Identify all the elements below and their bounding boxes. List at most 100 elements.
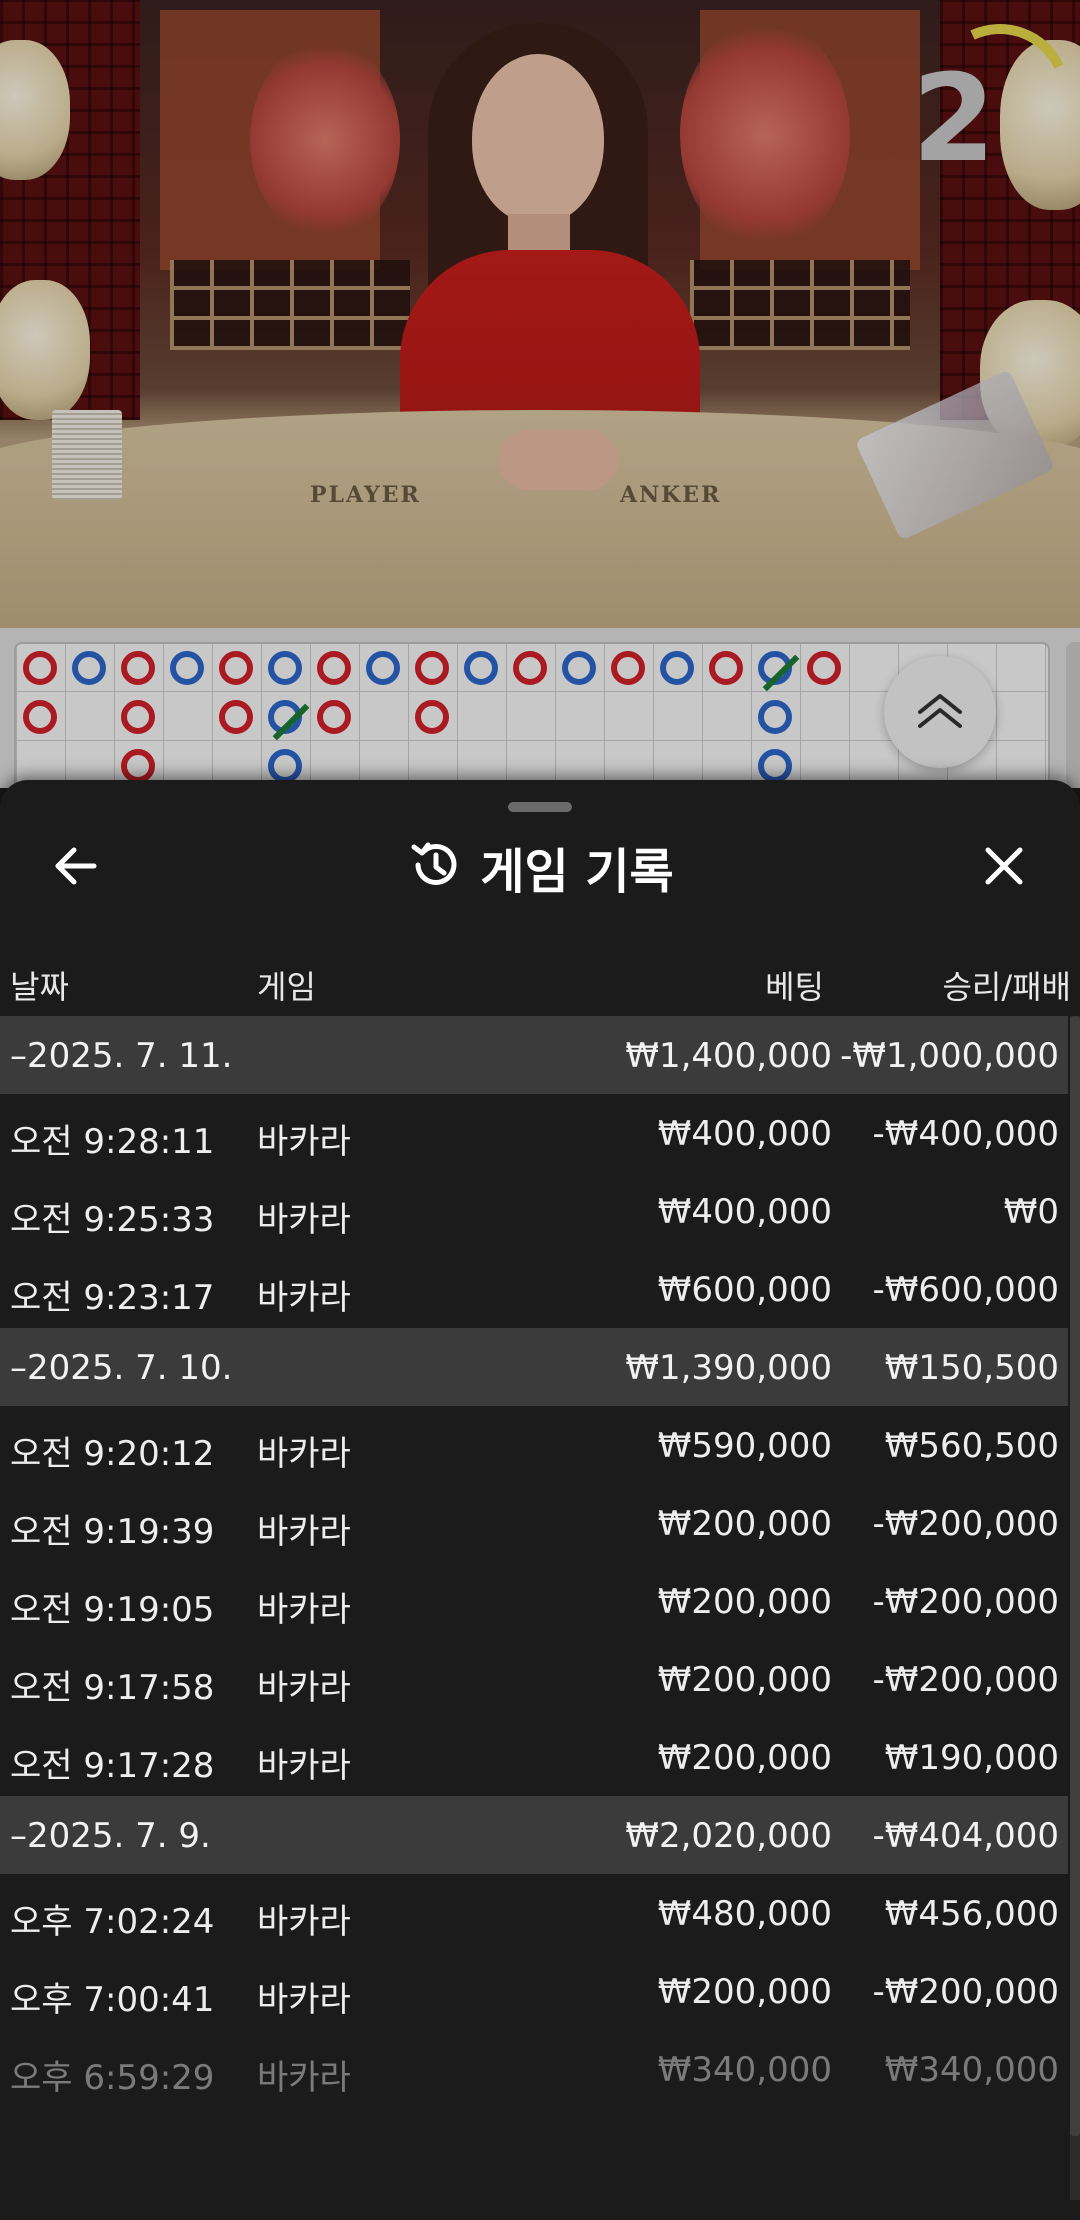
cell-date: 오전 9:23:17: [10, 1278, 215, 1318]
player-bead: [268, 749, 302, 783]
banker-bead: [317, 651, 351, 685]
history-row[interactable]: 오전 9:20:12 바카라 ₩590,000 ₩560,500: [0, 1406, 1068, 1484]
felt-banker-label: ANKER: [620, 482, 722, 508]
cell-game: 바카라: [257, 1200, 351, 1240]
cell-bet: ₩590,000: [657, 1426, 832, 1466]
cell-win-loss: -₩404,000: [872, 1816, 1060, 1856]
column-header-game: 게임: [257, 968, 316, 1006]
history-row[interactable]: 오전 9:19:39 바카라 ₩200,000 -₩200,000: [0, 1484, 1068, 1562]
player-bead-tie: [758, 651, 800, 692]
cell-win-loss: -₩1,000,000: [840, 1036, 1059, 1076]
cell-bet: ₩1,390,000: [625, 1348, 832, 1388]
cell-date: 오후 7:00:41: [10, 1980, 215, 2020]
sheet-header: 게임 기록: [0, 816, 1080, 916]
scrollbar[interactable]: [1070, 1016, 1080, 2200]
banker-bead: [23, 651, 57, 685]
cell-win-loss: -₩200,000: [872, 1582, 1060, 1622]
history-row[interactable]: 오전 9:17:58 바카라 ₩200,000 -₩200,000: [0, 1640, 1068, 1718]
card-deck: [52, 410, 122, 500]
date-group-row[interactable]: –2025. 7. 9. ₩2,020,000 -₩404,000: [0, 1796, 1068, 1874]
cell-bet: ₩480,000: [657, 1894, 832, 1934]
cell-win-loss: ₩340,000: [884, 2050, 1059, 2090]
cell-game: 바카라: [257, 1590, 351, 1630]
cell-win-loss: ₩190,000: [884, 1738, 1059, 1778]
column-header-bet: 베팅: [765, 968, 824, 1006]
history-row[interactable]: 오전 9:25:33 바카라 ₩400,000 ₩0: [0, 1172, 1068, 1250]
column-header-date: 날짜: [10, 968, 69, 1006]
cell-date: –2025. 7. 10.: [10, 1348, 233, 1388]
cell-date: 오전 9:19:39: [10, 1512, 215, 1552]
expand-roadmap-button[interactable]: [884, 656, 996, 768]
dealer-face: [472, 54, 604, 224]
dealer-hands: [498, 430, 618, 490]
cell-bet: ₩400,000: [657, 1192, 832, 1232]
cell-win-loss: -₩200,000: [872, 1504, 1060, 1544]
cell-win-loss: ₩0: [1003, 1192, 1059, 1232]
table-header: 날짜 게임 베팅 승리/패배: [0, 944, 1080, 1016]
cell-date: 오전 9:17:58: [10, 1668, 215, 1708]
cell-win-loss: -₩200,000: [872, 1972, 1060, 2012]
banker-bead: [709, 651, 743, 685]
history-row[interactable]: 오후 7:00:41 바카라 ₩200,000 -₩200,000: [0, 1952, 1068, 2030]
cell-date: –2025. 7. 11.: [10, 1036, 233, 1076]
banker-bead: [611, 651, 645, 685]
cell-bet: ₩400,000: [657, 1114, 832, 1154]
cell-date: –2025. 7. 9.: [10, 1816, 211, 1856]
live-video: PLAYER ANKER 2: [0, 0, 1080, 628]
lantern-left-bottom: [0, 280, 90, 420]
bet-timer: 2: [912, 50, 996, 189]
player-bead-tie: [268, 700, 310, 741]
cell-bet: ₩200,000: [657, 1972, 832, 2012]
felt-player-label: PLAYER: [310, 482, 421, 508]
blossom-left: [250, 40, 400, 240]
banker-bead: [415, 700, 449, 734]
history-row[interactable]: 오후 7:02:24 바카라 ₩480,000 ₩456,000: [0, 1874, 1068, 1952]
history-row[interactable]: 오전 9:19:05 바카라 ₩200,000 -₩200,000: [0, 1562, 1068, 1640]
close-button[interactable]: [970, 838, 1038, 898]
history-row[interactable]: 오후 6:59:29 바카라 ₩340,000 ₩340,000: [0, 2030, 1068, 2108]
history-icon: [406, 837, 462, 897]
cell-game: 바카라: [257, 1278, 351, 1318]
lattice-right: [690, 260, 910, 350]
cell-game: 바카라: [257, 1980, 351, 2020]
drag-handle[interactable]: [508, 802, 572, 812]
date-group-row[interactable]: –2025. 7. 11. ₩1,400,000 -₩1,000,000: [0, 1016, 1068, 1094]
banker-bead: [513, 651, 547, 685]
cell-win-loss: ₩150,500: [884, 1348, 1059, 1388]
cell-date: 오전 9:28:11: [10, 1122, 215, 1162]
banker-bead: [219, 651, 253, 685]
cell-game: 바카라: [257, 1746, 351, 1786]
tie-slash-mark: [272, 703, 310, 741]
history-row[interactable]: 오전 9:17:28 바카라 ₩200,000 ₩190,000: [0, 1718, 1068, 1796]
tie-slash-mark: [762, 654, 800, 692]
banker-bead: [317, 700, 351, 734]
banker-bead: [807, 651, 841, 685]
cell-date: 오전 9:25:33: [10, 1200, 215, 1240]
game-history-sheet: 게임 기록 날짜 게임 베팅 승리/패배 –2025. 7. 11. ₩1,400…: [0, 780, 1080, 2220]
cell-bet: ₩2,020,000: [625, 1816, 832, 1856]
player-bead: [268, 651, 302, 685]
history-row[interactable]: 오전 9:23:17 바카라 ₩600,000 -₩600,000: [0, 1250, 1068, 1328]
player-bead: [758, 700, 792, 734]
banker-bead: [121, 749, 155, 783]
cell-bet: ₩200,000: [657, 1738, 832, 1778]
close-icon: [980, 842, 1028, 894]
cell-bet: ₩200,000: [657, 1582, 832, 1622]
date-group-row[interactable]: –2025. 7. 10. ₩1,390,000 ₩150,500: [0, 1328, 1068, 1406]
cell-win-loss: -₩200,000: [872, 1660, 1060, 1700]
player-bead: [170, 651, 204, 685]
player-bead: [72, 651, 106, 685]
cell-date: 오전 9:19:05: [10, 1590, 215, 1630]
history-row[interactable]: 오전 9:28:11 바카라 ₩400,000 -₩400,000: [0, 1094, 1068, 1172]
scrollbar-thumb[interactable]: [1070, 1016, 1080, 2136]
cell-date: 오전 9:20:12: [10, 1434, 215, 1474]
player-bead: [562, 651, 596, 685]
lattice-left: [170, 260, 410, 350]
column-header-win-loss: 승리/패배: [942, 968, 1071, 1006]
history-table: –2025. 7. 11. ₩1,400,000 -₩1,000,000 오전 9:2…: [0, 1016, 1068, 2108]
cell-bet: ₩200,000: [657, 1504, 832, 1544]
cell-bet: ₩1,400,000: [625, 1036, 832, 1076]
banker-bead: [121, 700, 155, 734]
cell-bet: ₩200,000: [657, 1660, 832, 1700]
cell-win-loss: ₩560,500: [884, 1426, 1059, 1466]
